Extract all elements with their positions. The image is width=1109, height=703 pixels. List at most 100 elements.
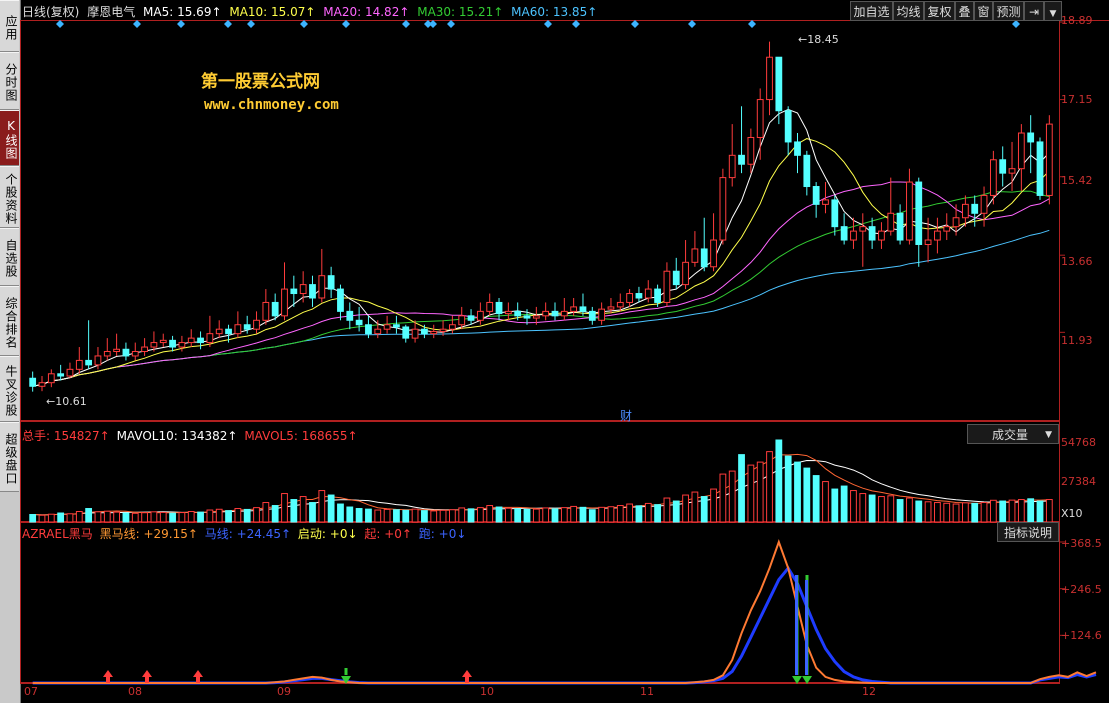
- add-watchlist-button[interactable]: 加自选: [850, 1, 893, 21]
- candle-body: [775, 56, 783, 112]
- total-volume: 总手: 154827↑: [22, 429, 110, 443]
- sidebar-item-ranking[interactable]: 综合排名: [0, 286, 19, 356]
- finance-marker[interactable]: 财: [620, 407, 632, 424]
- sidebar-item-watchlist[interactable]: 自选股: [0, 228, 19, 286]
- volume-bar: [1008, 499, 1016, 523]
- low-price-label: ←10.61: [46, 395, 87, 408]
- volume-bar: [551, 508, 559, 523]
- candle-body: [402, 326, 410, 339]
- up-arrow: [103, 670, 113, 683]
- candle-body: [439, 328, 447, 332]
- ma-line-button[interactable]: 均线: [893, 1, 924, 21]
- volume-bar: [439, 509, 447, 523]
- candle-body: [75, 359, 83, 370]
- candle-body: [756, 99, 764, 138]
- candle-body: [327, 275, 335, 290]
- candle-body: [794, 141, 801, 156]
- volume-bar: [57, 512, 65, 523]
- triangle-down-icon: ▼: [1049, 9, 1057, 19]
- volume-bar: [365, 508, 372, 523]
- candle-body: [197, 337, 204, 344]
- candle-body: [234, 324, 242, 335]
- candle-body: [915, 181, 923, 245]
- volume-bar: [411, 508, 419, 523]
- candle-body: [374, 328, 382, 335]
- candle-body: [122, 348, 130, 357]
- more-menu-button[interactable]: ▼: [1044, 1, 1062, 21]
- volume-bar: [393, 509, 400, 523]
- month-tick: 11: [640, 685, 654, 698]
- mavol5-value: MAVOL5: 168655↑: [244, 429, 358, 443]
- volume-bar: [150, 511, 158, 523]
- volume-bar: [1027, 498, 1035, 523]
- sidebar-item-diagnosis[interactable]: 牛叉诊股: [0, 356, 19, 422]
- volume-bar: [1017, 499, 1025, 523]
- volume-bar: [495, 506, 503, 523]
- candle-body: [504, 310, 512, 315]
- volume-bar: [542, 507, 550, 523]
- candle-body: [943, 226, 951, 232]
- sidebar-item-apps[interactable]: 应用: [0, 0, 19, 52]
- candle-body: [971, 203, 979, 214]
- volume-bar: [934, 502, 941, 523]
- volume-bar: [131, 512, 139, 523]
- volume-bar: [831, 488, 839, 523]
- volume-bar: [719, 473, 727, 523]
- event-diamond: [748, 20, 756, 28]
- candle-body: [1045, 123, 1053, 196]
- volume-bar: [159, 511, 167, 523]
- volume-header: 总手: 154827↑ MAVOL10: 134382↑ MAVOL5: 168…: [22, 427, 358, 444]
- sidebar-item-stock-profile[interactable]: 个股资料: [0, 166, 19, 228]
- candle-body: [952, 217, 960, 228]
- volume-bar: [178, 512, 186, 523]
- volume-bar: [346, 506, 354, 523]
- window-button[interactable]: 窗: [974, 1, 993, 21]
- candle-body: [644, 288, 652, 299]
- candle-body: [803, 154, 811, 188]
- volume-bar: [915, 500, 923, 523]
- price-tick: 18.89: [1061, 14, 1093, 27]
- ma60-line: [32, 229, 1050, 387]
- volume-bar: [570, 505, 578, 523]
- month-tick: 12: [862, 685, 876, 698]
- candle-body: [906, 181, 913, 241]
- volume-bar: [868, 494, 876, 523]
- volume-bar: [878, 496, 885, 523]
- candle-body: [271, 301, 279, 317]
- volume-bar: [85, 508, 93, 523]
- candle-body: [859, 226, 867, 232]
- event-diamond: [247, 20, 255, 28]
- volume-bar: [700, 496, 708, 523]
- volume-bar: [999, 500, 1007, 523]
- candle-body: [579, 306, 587, 312]
- volume-bar: [374, 509, 382, 523]
- sidebar-item-timeshare[interactable]: 分时图: [0, 52, 19, 110]
- candle-body: [187, 337, 195, 344]
- candle-body: [663, 270, 671, 303]
- volume-bar: [672, 500, 680, 523]
- indicator-help-button[interactable]: 指标说明: [997, 522, 1059, 542]
- indicator-selector[interactable]: 成交量 ▼: [967, 424, 1059, 444]
- candle-body: [141, 346, 148, 352]
- volume-bar: [467, 508, 475, 523]
- sidebar-item-level2[interactable]: 超级盘口: [0, 422, 19, 492]
- forecast-button[interactable]: 预测: [993, 1, 1024, 21]
- candle-body: [281, 288, 288, 317]
- volume-bar: [514, 508, 522, 523]
- volume-bar: [169, 512, 176, 523]
- sidebar-item-kline[interactable]: K线图: [0, 110, 19, 166]
- candle-body: [486, 301, 494, 312]
- exit-button[interactable]: ⇥: [1024, 1, 1044, 21]
- volume-bar: [710, 488, 717, 523]
- signal-bar: [805, 580, 808, 675]
- volume-bar: [579, 506, 587, 523]
- volume-bar: [784, 455, 792, 523]
- rights-button[interactable]: 复权: [924, 1, 955, 21]
- overlay-button[interactable]: 叠: [955, 1, 974, 21]
- volume-bar: [691, 491, 699, 523]
- candle-body: [215, 328, 223, 335]
- candle-body: [616, 301, 624, 308]
- candle-body: [169, 339, 176, 348]
- ma10-line: [32, 138, 1050, 387]
- chart-canvas[interactable]: [20, 0, 1109, 703]
